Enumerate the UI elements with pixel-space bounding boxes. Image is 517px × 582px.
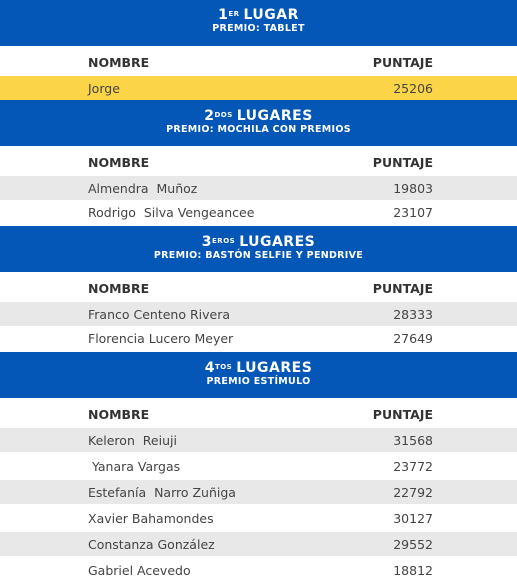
- row-score: 30127: [393, 511, 433, 526]
- place-title: 1ER LUGAR: [218, 7, 299, 23]
- prize-label: PREMIO ESTÍMULO: [206, 376, 311, 387]
- name-column-header: NOMBRE: [88, 281, 150, 296]
- row-name: Xavier Bahamondes: [88, 511, 214, 526]
- name-column-header: NOMBRE: [88, 155, 150, 170]
- score-column-header: PUNTAJE: [372, 281, 433, 296]
- table-header: NOMBRE PUNTAJE: [0, 46, 517, 76]
- third-place-banner: 3EROS LUGARES PREMIO: BASTÓN SELFIE Y PEN…: [0, 226, 517, 272]
- prize-label: PREMIO: BASTÓN SELFIE Y PENDRIVE: [153, 250, 364, 261]
- row-name: Franco Centeno Rivera: [88, 307, 231, 322]
- score-column-header: PUNTAJE: [372, 55, 433, 70]
- row-score: 28333: [393, 307, 433, 322]
- table-row: Constanza González 29552: [0, 532, 517, 556]
- table-header: NOMBRE PUNTAJE: [0, 272, 517, 302]
- row-score: 23107: [393, 205, 433, 220]
- table-header: NOMBRE PUNTAJE: [0, 398, 517, 428]
- table-row: Yanara Vargas 23772: [0, 454, 517, 478]
- prize-label: PREMIO: MOCHILA CON PREMIOS: [166, 124, 351, 135]
- row-score: 19803: [393, 181, 433, 196]
- table-row: Franco Centeno Rivera 28333: [0, 302, 517, 326]
- row-name: Constanza González: [88, 537, 215, 552]
- table-header: NOMBRE PUNTAJE: [0, 146, 517, 176]
- row-name: Gabriel Acevedo: [88, 563, 191, 578]
- place-title: 3EROS LUGARES: [201, 234, 316, 250]
- row-score: 27649: [393, 331, 433, 346]
- name-column-header: NOMBRE: [88, 55, 150, 70]
- row-score: 23772: [393, 459, 433, 474]
- place-title: 2DOS LUGARES: [204, 108, 313, 124]
- row-name: Yanara Vargas: [88, 459, 181, 474]
- second-place-banner: 2DOS LUGARES PREMIO: MOCHILA CON PREMIOS: [0, 100, 517, 146]
- row-score: 18812: [393, 563, 433, 578]
- fourth-place-banner: 4TOS LUGARES PREMIO ESTÍMULO: [0, 352, 517, 398]
- table-row: Estefanía Narro Zuñiga 22792: [0, 480, 517, 504]
- row-name: Estefanía Narro Zuñiga: [88, 485, 236, 500]
- prize-label: PREMIO: TABLET: [212, 23, 305, 34]
- table-row: Jorge 25206: [0, 76, 517, 100]
- table-row: Gabriel Acevedo 18812: [0, 558, 517, 582]
- table-row: Almendra Muñoz 19803: [0, 176, 517, 200]
- row-name: Florencia Lucero Meyer: [88, 331, 234, 346]
- row-score: 31568: [393, 433, 433, 448]
- row-name: Keleron Reiuji: [88, 433, 177, 448]
- first-place-banner: 1ER LUGAR PREMIO: TABLET: [0, 0, 517, 46]
- row-score: 22792: [393, 485, 433, 500]
- place-title: 4TOS LUGARES: [204, 360, 313, 376]
- third-place-section: 3EROS LUGARES PREMIO: BASTÓN SELFIE Y PEN…: [0, 226, 517, 352]
- table-row: Xavier Bahamondes 30127: [0, 506, 517, 530]
- row-name: Jorge: [88, 81, 120, 96]
- second-place-section: 2DOS LUGARES PREMIO: MOCHILA CON PREMIOS …: [0, 100, 517, 226]
- table-row: Florencia Lucero Meyer 27649: [0, 326, 517, 352]
- row-name: Rodrigo Silva Vengeancee: [88, 205, 255, 220]
- table-row: Keleron Reiuji 31568: [0, 428, 517, 452]
- row-score: 29552: [393, 537, 433, 552]
- row-name: Almendra Muñoz: [88, 181, 198, 196]
- first-place-section: 1ER LUGAR PREMIO: TABLET NOMBRE PUNTAJE J…: [0, 0, 517, 100]
- fourth-place-section: 4TOS LUGARES PREMIO ESTÍMULO NOMBRE PUNTA…: [0, 352, 517, 582]
- score-column-header: PUNTAJE: [372, 155, 433, 170]
- score-column-header: PUNTAJE: [372, 407, 433, 422]
- table-row: Rodrigo Silva Vengeancee 23107: [0, 200, 517, 226]
- name-column-header: NOMBRE: [88, 407, 150, 422]
- row-score: 25206: [393, 81, 433, 96]
